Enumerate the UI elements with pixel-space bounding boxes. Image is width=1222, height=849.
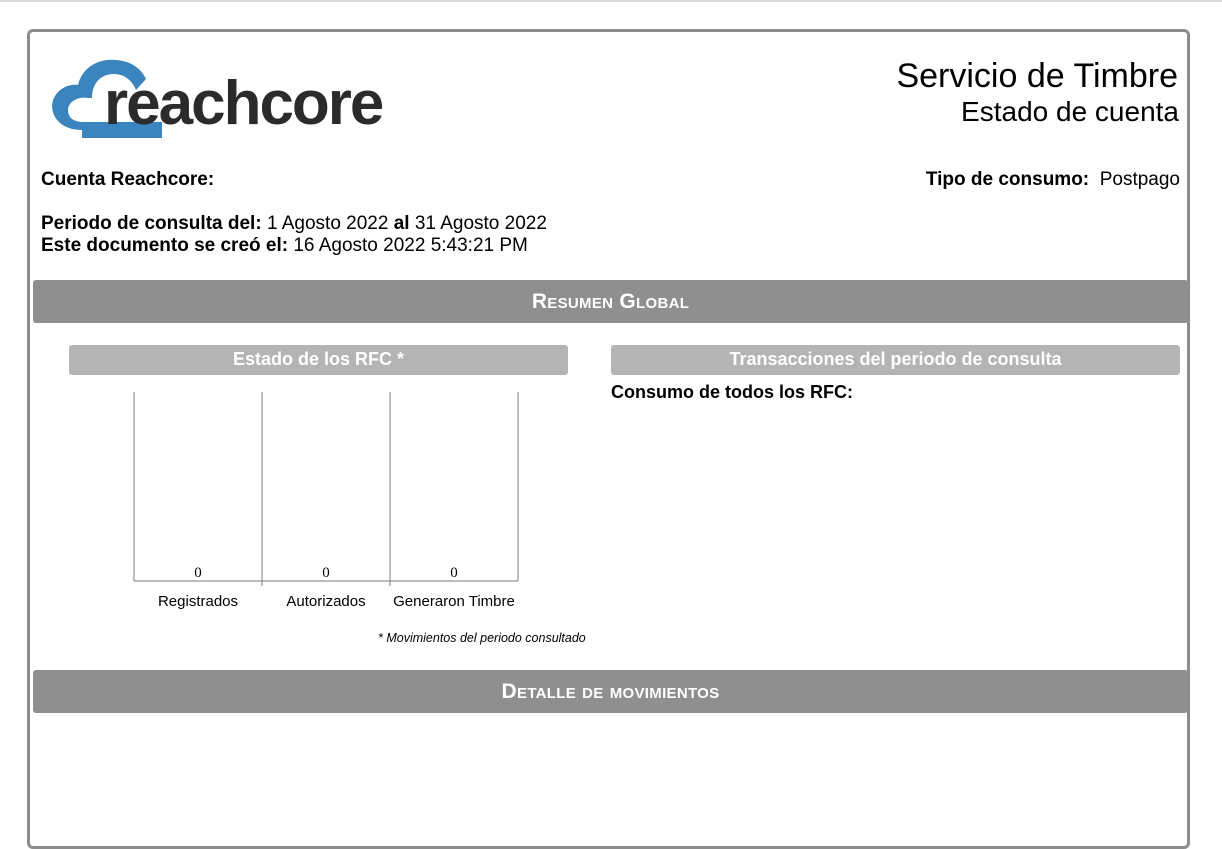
category-label: Registrados <box>158 593 238 610</box>
reachcore-logo: reachcore <box>52 59 382 139</box>
document-title: Servicio de Timbre <box>896 57 1178 95</box>
document-subtitle: Estado de cuenta <box>961 96 1179 127</box>
tipo-consumo-label: Tipo de consumo: <box>925 169 1090 190</box>
creado-line: Este documento se creó el: 16 Agosto 202… <box>41 235 528 257</box>
transacciones-header: Transacciones del periodo de consulta <box>611 345 1180 375</box>
top-divider <box>0 0 1222 2</box>
creado-label: Este documento se creó el: <box>41 235 289 256</box>
value-label: 0 <box>322 565 330 581</box>
brand-wordmark: reachcore <box>104 69 382 138</box>
resumen-global-header: Resumen Global <box>33 280 1188 323</box>
periodo-al: al <box>393 213 410 234</box>
tipo-consumo-line: Tipo de consumo: Postpago <box>926 169 1180 191</box>
cuenta-label: Cuenta Reachcore: <box>41 169 215 190</box>
periodo-from: 1 Agosto 2022 <box>266 213 389 234</box>
estado-rfc-chart: 0 Registrados 0 Autorizados 0 Generaron Timbr… <box>133 392 519 610</box>
category-label: Generaron Timbre <box>393 593 515 610</box>
periodo-label: Periodo de consulta del: <box>41 213 262 234</box>
cuenta-line: Cuenta Reachcore: <box>41 169 214 191</box>
value-label: 0 <box>194 565 202 581</box>
periodo-to: 31 Agosto 2022 <box>414 213 547 234</box>
detalle-movimientos-header: Detalle de movimientos <box>33 670 1188 713</box>
creado-value: 16 Agosto 2022 5:43:21 PM <box>293 235 528 256</box>
periodo-line: Periodo de consulta del: 1 Agosto 2022 a… <box>41 213 547 235</box>
consumo-label: Consumo de todos los RFC: <box>611 382 853 402</box>
footnote: * Movimientos del periodo consultado <box>378 631 586 645</box>
estado-rfc-header: Estado de los RFC * <box>69 345 568 375</box>
value-label: 0 <box>450 565 458 581</box>
tipo-consumo-value: Postpago <box>1099 169 1180 190</box>
category-label: Autorizados <box>286 593 365 610</box>
